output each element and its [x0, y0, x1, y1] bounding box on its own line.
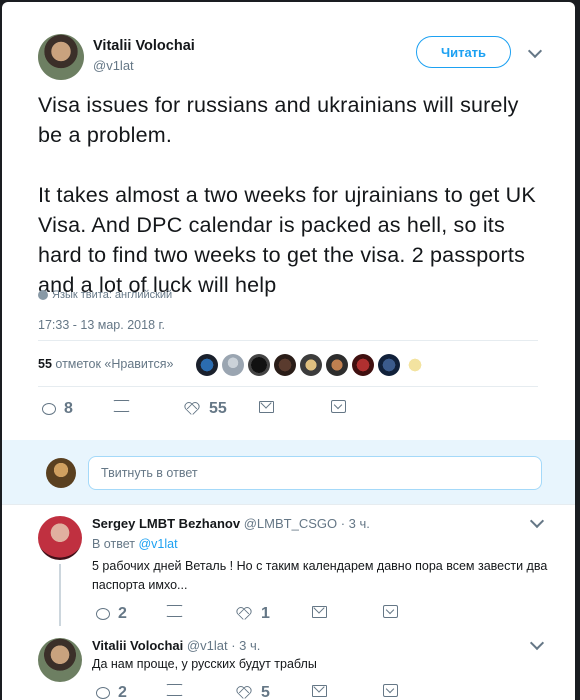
likes-label: отметок «Нравится»	[55, 357, 174, 371]
like-action[interactable]: 55	[187, 400, 227, 418]
likes-count: 55	[38, 357, 52, 371]
message-action[interactable]	[259, 401, 274, 413]
reply-text: Да нам проще, у русских будут траблы	[92, 657, 317, 671]
globe-icon	[38, 290, 48, 300]
tweet-text: Visa issues for russians and ukrainians …	[38, 93, 536, 297]
chevron-down-icon[interactable]	[529, 513, 545, 529]
reply-to-line: В ответ @v1lat	[92, 537, 178, 551]
reply-icon	[96, 687, 110, 699]
liker-avatar[interactable]	[404, 354, 426, 376]
reply-time: · 3 ч.	[231, 638, 261, 653]
direct-message-action[interactable]	[383, 684, 398, 697]
liker-avatar[interactable]	[352, 354, 374, 376]
liker-avatar[interactable]	[222, 354, 244, 376]
language-note[interactable]: Язык твита: английский	[38, 289, 172, 301]
mail-icon	[312, 685, 327, 697]
reply-text: 5 рабочих дней Веталь ! Но с таким кален…	[92, 559, 548, 592]
like-count: 55	[209, 400, 227, 417]
retweet-action[interactable]	[166, 605, 183, 617]
reply-author-name: Vitalii Volochai	[92, 638, 184, 653]
liker-avatar[interactable]	[196, 354, 218, 376]
message-action[interactable]	[312, 606, 327, 618]
language-note-label: Язык твита: английский	[52, 289, 173, 301]
tweet-modal: Vitalii Volochai @v1lat Читать Visa issu…	[2, 2, 575, 700]
liker-avatar[interactable]	[248, 354, 270, 376]
thread-line	[59, 564, 61, 626]
reply-action[interactable]: 8	[42, 400, 73, 418]
direct-message-action[interactable]	[383, 605, 398, 618]
liker-avatar[interactable]	[326, 354, 348, 376]
liker-avatar[interactable]	[274, 354, 296, 376]
direct-message-action[interactable]	[331, 400, 346, 413]
reply-author-avatar[interactable]	[38, 516, 82, 560]
heart-icon	[239, 687, 253, 699]
likes-summary[interactable]: 55 отметок «Нравится»	[38, 357, 173, 371]
chevron-down-icon[interactable]	[529, 635, 545, 651]
dm-icon	[383, 605, 398, 618]
reply-author[interactable]: Vitalii Volochai @v1lat · 3 ч.	[92, 638, 260, 653]
divider	[38, 340, 538, 341]
retweet-icon	[113, 400, 130, 412]
reply-time: · 3 ч.	[340, 516, 370, 531]
heart-icon	[239, 608, 253, 620]
like-count: 1	[261, 605, 270, 622]
reply-to-prefix: В ответ	[92, 537, 135, 551]
dm-icon	[383, 684, 398, 697]
dm-icon	[331, 400, 346, 413]
author-avatar[interactable]	[38, 34, 84, 80]
retweet-action[interactable]	[166, 684, 183, 696]
reply-to-mention[interactable]: @v1lat	[138, 537, 177, 551]
author-handle[interactable]: @v1lat	[93, 58, 134, 73]
reply-author[interactable]: Sergey LMBT Bezhanov @LMBT_CSGO · 3 ч.	[92, 516, 370, 531]
chevron-down-icon[interactable]	[527, 43, 543, 59]
divider	[38, 386, 538, 387]
like-action[interactable]: 5	[239, 684, 270, 700]
message-action[interactable]	[312, 685, 327, 697]
follow-button[interactable]: Читать	[416, 36, 511, 68]
liker-avatar[interactable]	[300, 354, 322, 376]
reply-action[interactable]: 2	[96, 605, 127, 623]
reply-author-handle: @LMBT_CSGO	[243, 516, 338, 531]
reply-author-avatar[interactable]	[38, 638, 82, 682]
tweet-timestamp[interactable]: 17:33 - 13 мар. 2018 г.	[38, 318, 165, 332]
divider	[2, 504, 575, 505]
reply-count: 2	[118, 684, 127, 700]
reply-count: 8	[64, 400, 73, 417]
author-name[interactable]: Vitalii Volochai	[93, 38, 195, 54]
liker-avatar[interactable]	[378, 354, 400, 376]
retweet-icon	[166, 684, 183, 696]
reply-icon	[96, 608, 110, 620]
mail-icon	[259, 401, 274, 413]
reply-action[interactable]: 2	[96, 684, 127, 700]
heart-icon	[187, 403, 201, 415]
reply-author-name: Sergey LMBT Bezhanov	[92, 516, 241, 531]
reply-input[interactable]: Твитнуть в ответ	[88, 456, 542, 490]
reply-count: 2	[118, 605, 127, 622]
reply-author-handle: @v1lat	[186, 638, 228, 653]
current-user-avatar	[46, 458, 76, 488]
retweet-icon	[166, 605, 183, 617]
like-action[interactable]: 1	[239, 605, 270, 623]
retweet-action[interactable]	[113, 400, 130, 412]
reply-icon	[42, 403, 56, 415]
mail-icon	[312, 606, 327, 618]
like-count: 5	[261, 684, 270, 700]
